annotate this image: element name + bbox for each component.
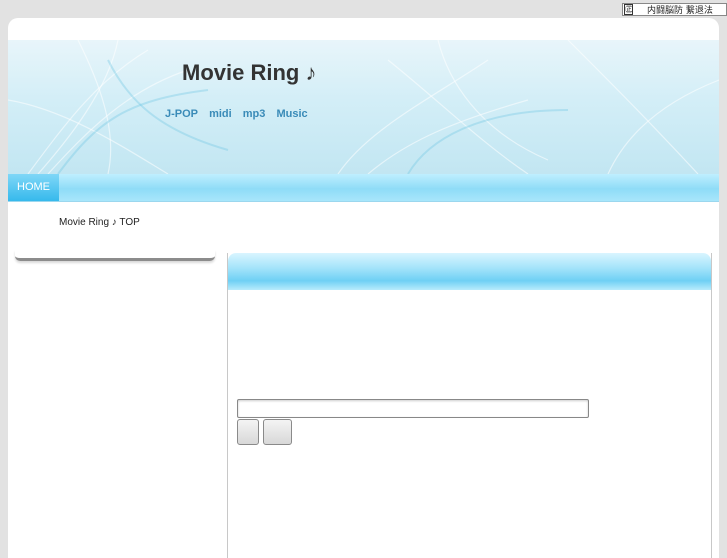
content-panel-header [228, 253, 711, 290]
tagline-word: midi [209, 108, 232, 120]
toolbar-stamp-icon[interactable]: ㊣ [624, 4, 633, 15]
search-button[interactable] [237, 419, 259, 445]
nav-item-home[interactable]: HOME [8, 174, 59, 201]
secondary-button[interactable] [263, 419, 292, 445]
tagline-word: mp3 [242, 108, 266, 120]
site-tagline: J-POP midi mp3 Music [165, 108, 316, 120]
site-header: Movie Ring ♪ J-POP midi mp3 Music [8, 40, 719, 174]
main-content-panel [227, 253, 712, 558]
header-swirl-decoration [8, 40, 719, 174]
sidebar-panel [15, 250, 215, 261]
top-toolbar: ㊣ 内闘脳防 繋退法 [622, 3, 727, 16]
toolbar-text[interactable]: 内闘脳防 繋退法 [647, 3, 713, 16]
page-container: Movie Ring ♪ J-POP midi mp3 Music HOME M… [8, 18, 719, 558]
tagline-word: J-POP [165, 108, 199, 120]
tagline-word: Music [276, 108, 308, 120]
site-title[interactable]: Movie Ring ♪ [182, 60, 316, 86]
search-input[interactable] [237, 399, 589, 418]
breadcrumb[interactable]: Movie Ring ♪ TOP [59, 217, 140, 228]
main-nav: HOME [8, 174, 719, 202]
